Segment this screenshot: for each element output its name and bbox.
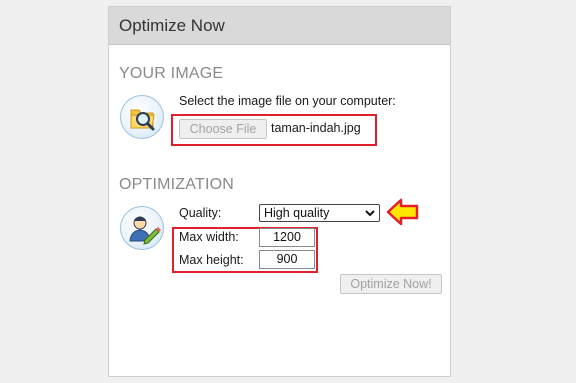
- quality-select[interactable]: High quality: [259, 204, 380, 222]
- optimize-now-button[interactable]: Optimize Now!: [340, 274, 442, 294]
- optimize-panel: Optimize Now YOUR IMAGE Select the image…: [108, 6, 451, 377]
- selected-file-name: taman-indah.jpg: [271, 121, 361, 135]
- image-instruction: Select the image file on your computer:: [179, 94, 396, 108]
- user-edit-icon: [120, 206, 164, 250]
- choose-file-button[interactable]: Choose File: [179, 119, 267, 139]
- your-image-heading: YOUR IMAGE: [119, 65, 224, 82]
- chevron-down-icon: [365, 210, 375, 217]
- quality-select-value: High quality: [264, 206, 330, 220]
- panel-header: Optimize Now: [109, 7, 450, 45]
- folder-search-icon: [120, 95, 164, 139]
- quality-label: Quality:: [179, 206, 222, 220]
- left-arrow-icon: [386, 198, 419, 226]
- max-width-input[interactable]: 1200: [259, 228, 315, 247]
- panel-title: Optimize Now: [119, 16, 225, 35]
- max-height-label: Max height:: [179, 253, 244, 267]
- max-height-input[interactable]: 900: [259, 250, 315, 269]
- max-width-label: Max width:: [179, 230, 239, 244]
- optimization-heading: OPTIMIZATION: [119, 176, 234, 193]
